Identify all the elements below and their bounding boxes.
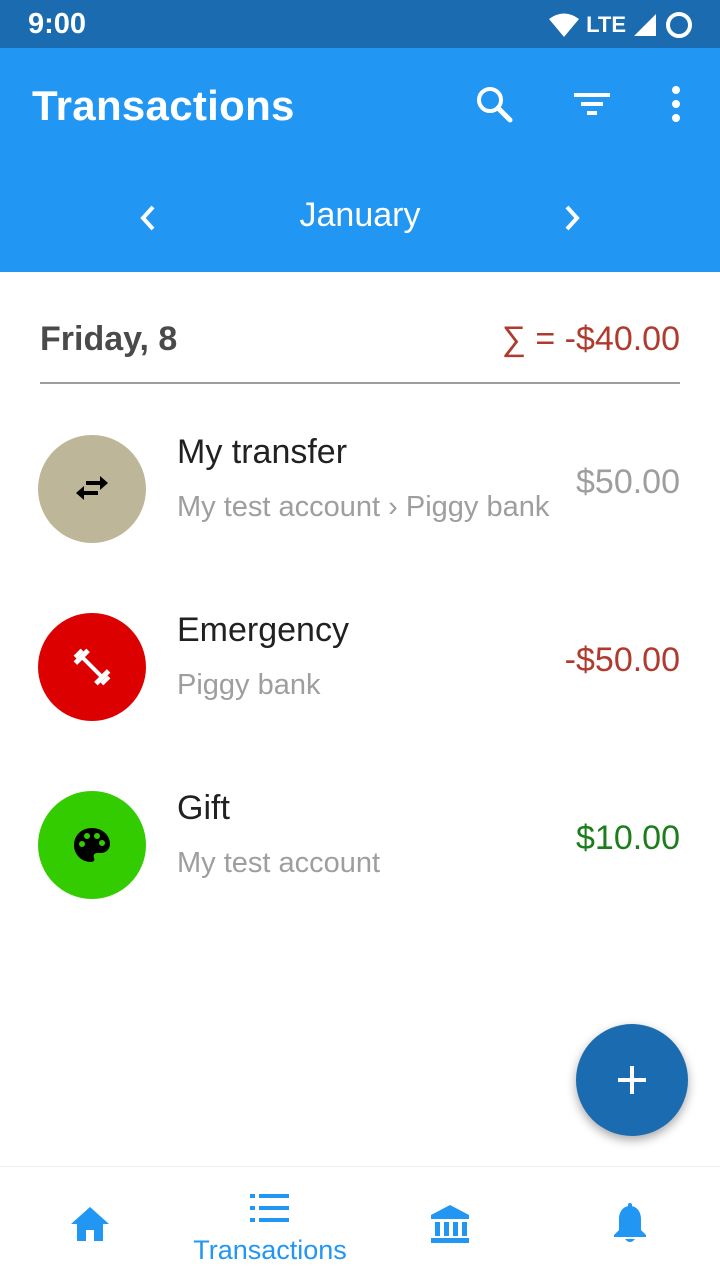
nav-item-notifications[interactable] [540, 1167, 720, 1280]
transaction-row[interactable]: My transfer My test account › Piggy bank… [0, 427, 720, 587]
transaction-avatar [38, 613, 146, 721]
more-vert-icon [672, 86, 680, 122]
status-icons: LTE [548, 10, 694, 40]
transfer-icon [76, 476, 108, 500]
plus-icon [618, 1066, 646, 1094]
network-type-label: LTE [586, 12, 626, 37]
transaction-title: Gift [177, 789, 230, 827]
page-title: Transactions [32, 82, 295, 129]
nav-item-home[interactable] [0, 1167, 180, 1280]
transaction-amount: $10.00 [576, 819, 680, 857]
bank-icon [431, 1205, 469, 1243]
palette-icon [74, 828, 110, 862]
filter-button[interactable] [568, 80, 616, 128]
more-options-button[interactable] [652, 80, 700, 128]
search-icon [477, 87, 513, 123]
list-icon [250, 1194, 289, 1222]
date-sum: ∑ = -$40.00 [501, 320, 680, 358]
status-bar: 9:00 LTE [0, 0, 720, 48]
add-transaction-button[interactable] [576, 1024, 688, 1136]
app-bar: Transactions January [0, 48, 720, 272]
transaction-avatar [38, 791, 146, 899]
month-selector: January [0, 188, 720, 248]
transaction-account: My test account › Piggy bank [177, 491, 550, 523]
date-group-header: Friday, 8 ∑ = -$40.00 [40, 318, 680, 384]
signal-icon [634, 14, 656, 36]
wifi-icon [549, 13, 580, 37]
transaction-amount: -$50.00 [564, 641, 680, 679]
home-icon [71, 1207, 109, 1241]
bell-icon [614, 1203, 646, 1242]
next-month-button[interactable] [548, 194, 596, 242]
dumbbell-icon [73, 648, 111, 686]
status-time: 9:00 [28, 8, 87, 40]
nav-item-accounts[interactable] [360, 1167, 540, 1280]
month-label[interactable]: January [0, 196, 720, 235]
transaction-title: Emergency [177, 611, 349, 649]
chevron-right-icon [565, 205, 580, 231]
nav-item-label: Transactions [193, 1235, 347, 1265]
battery-ring-icon [666, 12, 692, 38]
transaction-avatar [38, 435, 146, 543]
transaction-amount: $50.00 [576, 463, 680, 501]
transaction-row[interactable]: Emergency Piggy bank -$50.00 [0, 605, 720, 765]
date-label: Friday, 8 [40, 320, 178, 358]
nav-item-transactions[interactable]: Transactions [180, 1167, 360, 1280]
filter-icon [574, 93, 610, 115]
transaction-row[interactable]: Gift My test account $10.00 [0, 783, 720, 943]
transaction-title: My transfer [177, 433, 348, 471]
transaction-account: Piggy bank [177, 669, 321, 701]
bottom-navigation: Transactions [0, 1166, 720, 1280]
transaction-account: My test account [177, 847, 381, 879]
search-button[interactable] [470, 80, 518, 128]
